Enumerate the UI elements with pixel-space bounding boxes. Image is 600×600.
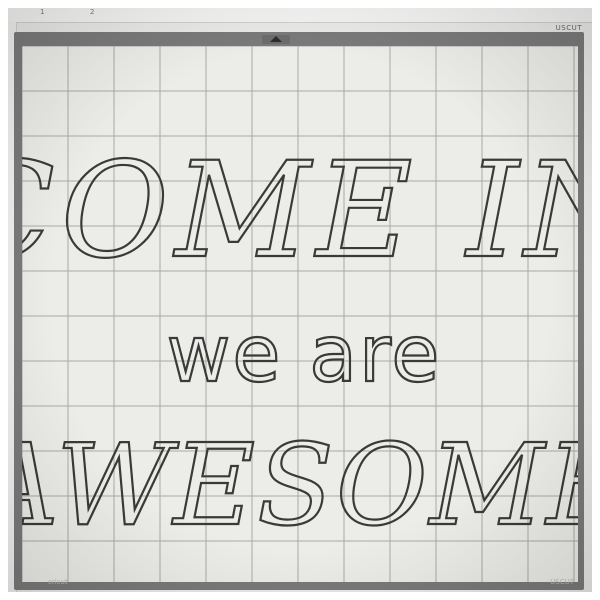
photo-frame: 1 2 USCUT OME I we are WESOM USCUT cricu… [0, 0, 600, 600]
ruler-label: 2 [90, 8, 95, 16]
arrow-up-icon [270, 36, 282, 42]
mat-brand-label: USCUT [555, 24, 582, 32]
design-line-awesome[interactable]: AWESOME [22, 420, 578, 552]
mat-grid[interactable]: COME IN we are AWESOME [22, 46, 578, 582]
design-line-we-are[interactable]: we are [166, 309, 442, 401]
top-ruler: 1 2 [8, 8, 592, 23]
mat-brand-label-left: cricut [48, 578, 68, 586]
design-text-group[interactable]: COME IN we are AWESOME [22, 133, 578, 552]
design-canvas[interactable]: COME IN we are AWESOME [22, 46, 578, 582]
mat-brand-label-bottom: USCUT [550, 578, 574, 586]
design-line-come-in[interactable]: COME IN [22, 133, 578, 289]
design-space-screen: 1 2 USCUT OME I we are WESOM USCUT cricu… [8, 8, 592, 592]
ruler-label: 1 [40, 8, 45, 16]
